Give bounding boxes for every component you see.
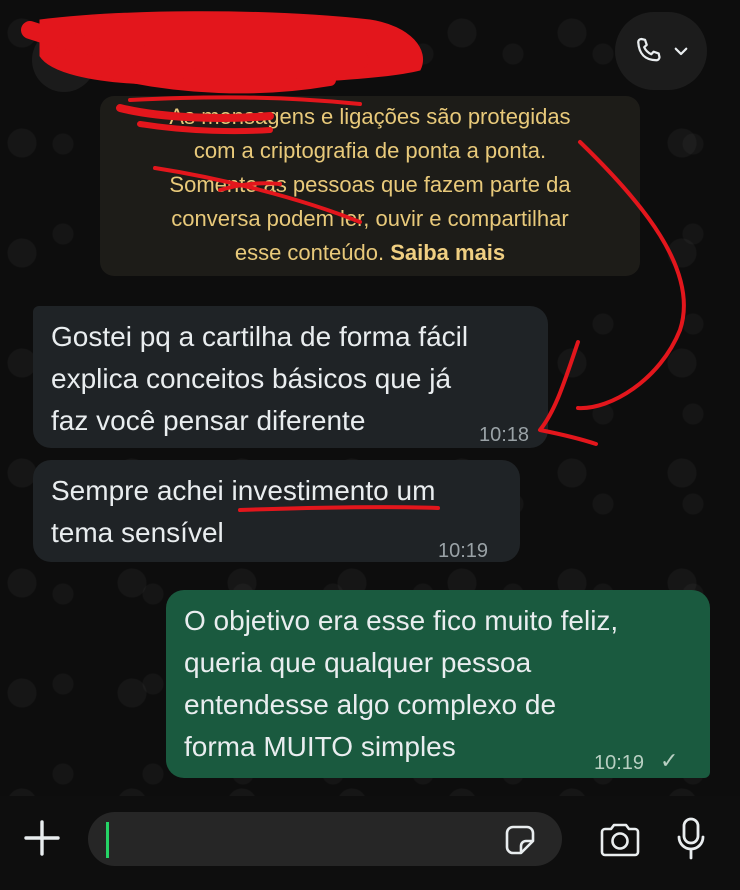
chevron-down-icon [674, 47, 688, 56]
microphone-icon[interactable] [676, 816, 706, 862]
camera-icon[interactable] [598, 822, 642, 858]
message-text-highlight: investimento [231, 475, 389, 506]
sticker-icon[interactable] [503, 823, 537, 857]
message-text-line: Sempre achei investimento um [51, 470, 502, 512]
notice-line: conversa podem ler, ouvir e compartilhar [171, 206, 569, 231]
message-text: tema sensível [51, 517, 224, 548]
plus-icon[interactable] [20, 816, 64, 860]
message-bubble-incoming[interactable]: Sempre achei investimento um tema sensív… [33, 460, 520, 562]
learn-more-link[interactable]: Saiba mais [390, 240, 505, 265]
encryption-notice: As mensagens e ligações são protegidas c… [100, 96, 640, 276]
phone-icon [637, 37, 661, 62]
notice-text: esse conteúdo. [234, 240, 385, 265]
notice-line-last: esse conteúdo. Saiba mais [122, 236, 618, 270]
message-time: 10:19 [594, 752, 645, 774]
sent-check-icon: ✓ [660, 748, 679, 773]
contact-avatar[interactable] [32, 28, 96, 92]
message-text: Gostei pq a cartilha de forma fácil [51, 321, 469, 352]
message-text: entendesse algo complexo de [184, 689, 557, 720]
message-text: Sempre achei [51, 475, 232, 506]
message-bubble-outgoing[interactable]: O objetivo era esse fico muito feliz, qu… [166, 590, 710, 778]
message-text: O objetivo era esse fico muito feliz, [184, 605, 619, 636]
notice-line: Somente as pessoas que fazem parte da [169, 172, 571, 197]
message-text: queria que qualquer pessoa [184, 647, 532, 678]
message-time: 10:18 [479, 424, 530, 446]
message-input[interactable] [88, 812, 562, 866]
notice-line: com a criptografia de ponta a ponta. [193, 138, 547, 163]
message-time: 10:19 [438, 540, 489, 562]
text-cursor [106, 822, 109, 858]
message-text: um [388, 475, 436, 506]
notice-line: As mensagens e ligações são protegidas [169, 104, 571, 129]
message-text: explica conceitos básicos que já [51, 363, 452, 394]
message-bubble-incoming[interactable]: Gostei pq a cartilha de forma fácil expl… [33, 306, 548, 448]
call-button[interactable] [615, 12, 707, 90]
message-text: faz você pensar diferente [51, 405, 366, 436]
